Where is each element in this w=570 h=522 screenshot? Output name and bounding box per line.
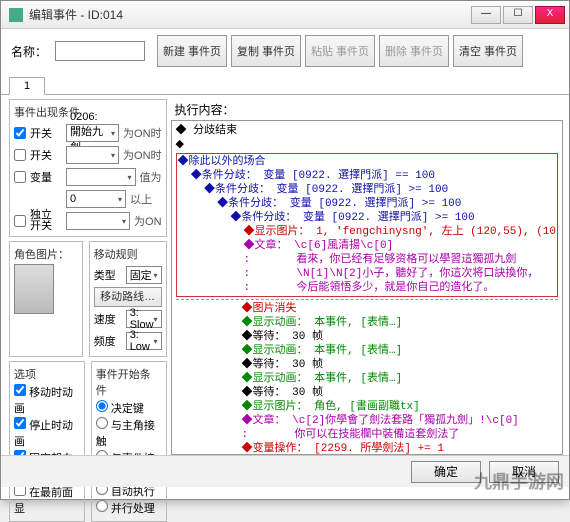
trig-parallel[interactable] (96, 500, 108, 512)
variable-checkbox[interactable] (14, 171, 26, 183)
selfswitch-checkbox[interactable] (14, 215, 26, 227)
close-button[interactable]: X (535, 6, 565, 24)
new-page-button[interactable]: 新建 事件页 (157, 35, 227, 67)
command-line[interactable]: : \N[1]\N[2]小子，聽好了，你這次将口訣換你， (178, 267, 556, 281)
paste-page-button[interactable]: 粘贴 事件页 (305, 35, 375, 67)
tab-strip: 1 (1, 73, 569, 95)
exec-title: 执行内容： (171, 99, 563, 120)
name-input[interactable] (55, 41, 145, 61)
event-commands-list[interactable]: ◆ 分歧结束◆ ◆除此以外的场合 ◆条件分歧： 变量 [0922. 選擇門派] … (171, 120, 563, 455)
command-line[interactable]: ◆ (176, 138, 558, 152)
command-line[interactable]: ◆图片消失 (176, 302, 558, 316)
command-line[interactable]: ◆文章： \c[6]風清揚\c[0] (178, 239, 556, 253)
main-area: 事件出现条件 开关 0206: 開始九劍▾ 为ON时 开关 ▾ 为ON时 变量 … (1, 95, 569, 455)
variable-select[interactable]: ▾ (66, 168, 136, 186)
maximize-button[interactable]: ☐ (503, 6, 533, 24)
freq-label: 频度 (94, 333, 122, 349)
variable-hint: 值为 (140, 169, 162, 185)
command-line[interactable]: ◆等待： 30 帧 (176, 386, 558, 400)
minimize-button[interactable]: — (471, 6, 501, 24)
command-line[interactable]: ◆等待： 30 帧 (176, 358, 558, 372)
trig-player-touch[interactable] (96, 417, 108, 429)
event-editor-window: 编辑事件 - ID:014 — ☐ X 名称： 新建 事件页 复制 事件页 粘贴… (0, 0, 570, 500)
opt-stop-anim[interactable] (14, 417, 26, 429)
command-line[interactable]: ◆条件分歧： 变量 [0922. 選擇門派] == 100 (178, 169, 556, 183)
command-line[interactable]: ◆ 分歧结束 (176, 124, 558, 138)
selfswitch-select[interactable]: ▾ (66, 212, 130, 230)
command-line[interactable]: ◆条件分歧： 变量 [0922. 選擇門派] >= 100 (178, 211, 556, 225)
command-line[interactable]: ◆显示图片： 1, 'fengchinysng', 左上 (120,55), (… (178, 225, 556, 239)
trigger-group: 事件开始条件 决定键 与主角接触 与事件接触 自动执行 并行处理 (91, 361, 167, 522)
switch1-checkbox[interactable] (14, 127, 26, 139)
switch1-hint: 为ON时 (123, 125, 162, 141)
move-route-button[interactable]: 移动路线… (94, 287, 162, 307)
variable-value[interactable]: 0▾ (66, 190, 126, 208)
switch2-select[interactable]: ▾ (66, 146, 119, 164)
command-line[interactable]: ◆除此以外的场合 (178, 155, 556, 169)
left-panel: 事件出现条件 开关 0206: 開始九劍▾ 为ON时 开关 ▾ 为ON时 变量 … (1, 95, 171, 455)
movement-title: 移动规则 (94, 246, 162, 262)
switch2-checkbox[interactable] (14, 149, 26, 161)
graphic-title: 角色图片： (14, 246, 78, 262)
command-line[interactable]: ◆显示动画： 本事件, [表情…] (176, 344, 558, 358)
movement-group: 移动规则 类型 固定▾ 移动路线… 速度 3: Slow▾ 频度 3: Low (89, 241, 167, 357)
command-line[interactable]: ◆变量操作： [2259. 所學劍法] += 1 (176, 442, 558, 455)
window-title: 编辑事件 - ID:014 (29, 6, 123, 23)
command-line[interactable]: : 看來，你已经有足够资格可以學習這獨孤九劍 (178, 253, 556, 267)
command-line[interactable]: : 今后能領悟多少，就是你自己的造化了。 (178, 281, 556, 295)
cancel-button[interactable]: 取消 (489, 461, 559, 483)
command-line[interactable]: ◆条件分歧： 变量 [0922. 選擇門派] >= 100 (178, 183, 556, 197)
trig-action[interactable] (96, 400, 108, 412)
switch2-label: 开关 (30, 147, 62, 163)
right-panel: 执行内容： ◆ 分歧结束◆ ◆除此以外的场合 ◆条件分歧： 变量 [0922. … (171, 95, 569, 455)
titlebar[interactable]: 编辑事件 - ID:014 — ☐ X (1, 1, 569, 29)
copy-page-button[interactable]: 复制 事件页 (231, 35, 301, 67)
command-line[interactable]: ◆显示动画： 本事件, [表情…] (176, 372, 558, 386)
command-line[interactable]: ◆显示图片： 角色, [書画副職tx] (176, 400, 558, 414)
graphic-group: 角色图片： (9, 241, 83, 357)
options-title: 选项 (14, 366, 80, 382)
variable-label: 变量 (30, 169, 62, 185)
selfswitch-label: 独立 开关 (30, 210, 62, 232)
trigger-title: 事件开始条件 (96, 366, 162, 398)
freq-select[interactable]: 3: Low▾ (126, 332, 162, 350)
selfswitch-hint: 为ON (134, 213, 162, 229)
options-group: 选项 移动时动画 停止时动画 固定朝向 允许穿透 在最前面显 (9, 361, 85, 522)
type-label: 类型 (94, 267, 122, 283)
switch1-select[interactable]: 0206: 開始九劍▾ (66, 124, 119, 142)
speed-select[interactable]: 3: Slow▾ (126, 310, 162, 328)
character-graphic[interactable] (14, 264, 54, 314)
command-line[interactable]: ◆条件分歧： 变量 [0922. 選擇門派] >= 100 (178, 197, 556, 211)
footer: 确定 取消 (1, 455, 569, 487)
command-line[interactable]: ◆等待： 30 帧 (176, 330, 558, 344)
type-select[interactable]: 固定▾ (126, 266, 162, 284)
ok-button[interactable]: 确定 (411, 461, 481, 483)
switch2-hint: 为ON时 (123, 147, 162, 163)
name-label: 名称： (11, 43, 47, 60)
top-bar: 名称： 新建 事件页 复制 事件页 粘贴 事件页 删除 事件页 清空 事件页 (1, 29, 569, 73)
delete-page-button[interactable]: 删除 事件页 (379, 35, 449, 67)
conditions-group: 事件出现条件 开关 0206: 開始九劍▾ 为ON时 开关 ▾ 为ON时 变量 … (9, 99, 167, 237)
speed-label: 速度 (94, 311, 122, 327)
opt-move-anim[interactable] (14, 384, 26, 396)
variable-op: 以上 (130, 191, 152, 207)
clear-page-button[interactable]: 清空 事件页 (453, 35, 523, 67)
switch1-label: 开关 (30, 125, 62, 141)
app-icon (9, 8, 23, 22)
command-line[interactable]: : 你可以在技能欄中裝備這套劍法了 (176, 428, 558, 442)
tab-1[interactable]: 1 (9, 77, 45, 95)
command-line[interactable]: ◆显示动画： 本事件, [表情…] (176, 316, 558, 330)
command-line[interactable]: ◆文章： \c[2]你學會了劍法套路「獨孤九劍」!\c[0] (176, 414, 558, 428)
